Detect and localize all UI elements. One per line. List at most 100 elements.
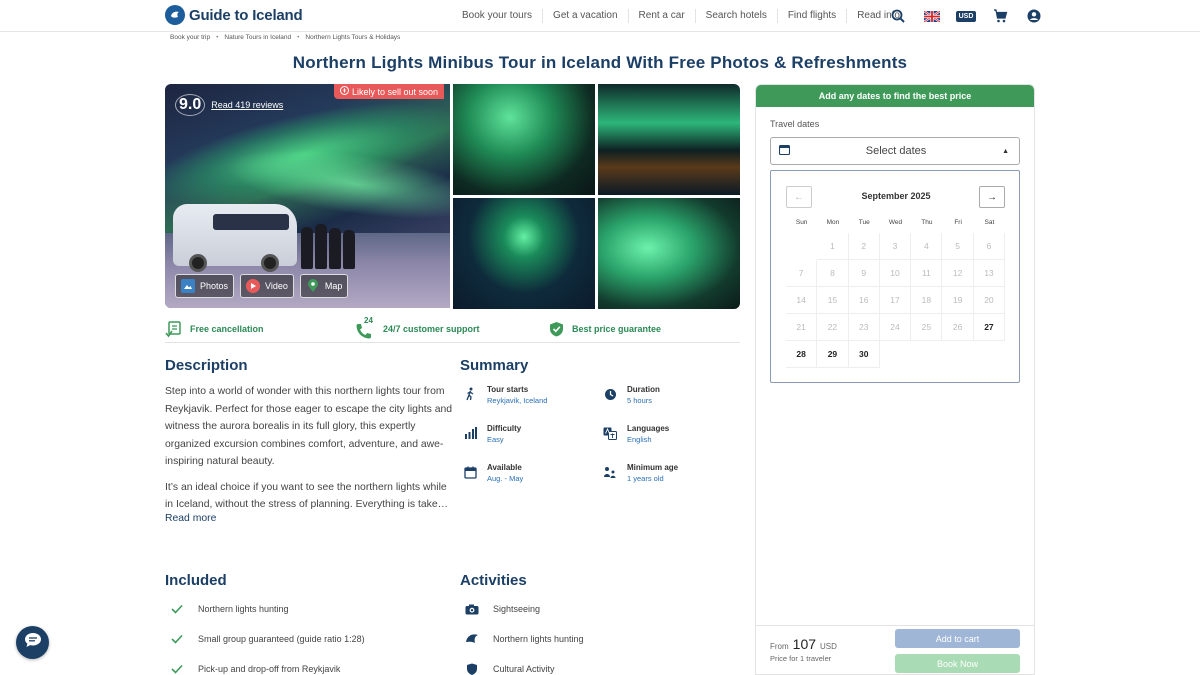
calendar-day: 10 (879, 260, 912, 287)
cancellation-icon (165, 320, 181, 337)
weekday-label: Sat (984, 219, 995, 226)
nav-book-tours[interactable]: Book your tours (452, 9, 544, 23)
arrow-right-icon: → (987, 191, 997, 203)
breadcrumb-book-trip[interactable]: Book your trip (170, 34, 210, 41)
search-icon[interactable] (888, 6, 908, 26)
calendar-day: 23 (848, 314, 880, 341)
camera-icon (465, 602, 479, 616)
person-silhouette (315, 224, 327, 269)
currency-badge: USD (955, 10, 977, 22)
currency-selector[interactable]: USD (955, 6, 977, 26)
calendar-day[interactable]: 27 (973, 314, 1006, 341)
date-select-dropdown[interactable]: Select dates ▲ (770, 137, 1020, 165)
rating-score: 9.0 (175, 94, 206, 116)
date-picker-calendar: ← September 2025 → Sun Mon Tue Wed Thu Fri Sat… (770, 170, 1020, 383)
included-label: Northern lights hunting (198, 604, 289, 614)
from-label: From (770, 642, 789, 651)
included-item: Small group guaranteed (guide ratio 1:28… (170, 632, 365, 646)
calendar-day[interactable]: 29 (817, 341, 849, 368)
summary-value: English (627, 435, 652, 444)
gallery-photo-4[interactable] (453, 198, 595, 309)
calendar-day: 7 (786, 260, 818, 287)
gallery-photo-5[interactable] (598, 198, 740, 309)
feature-label: Best price guarantee (572, 324, 662, 334)
summary-tour-starts: Tour starts Reykjavik, Iceland (463, 385, 547, 405)
nav-search-hotels[interactable]: Search hotels (696, 9, 778, 23)
calendar-day: 22 (817, 314, 849, 341)
calendar-day: 17 (879, 287, 912, 314)
description-heading: Description (165, 357, 248, 374)
summary-languages: Languages English (603, 424, 669, 444)
feature-customer-support: 24 24/7 customer support (355, 316, 549, 339)
activity-item: Sightseeing (465, 602, 540, 616)
site-logo[interactable]: Guide to Iceland (165, 5, 303, 25)
activity-item: Northern lights hunting (465, 632, 584, 646)
weekday-label: Thu (921, 219, 933, 226)
feature-label: 24/7 customer support (383, 324, 480, 334)
culture-icon (465, 662, 479, 675)
summary-value: Easy (487, 435, 504, 444)
account-icon[interactable] (1024, 6, 1044, 26)
calendar-day: 26 (942, 314, 974, 341)
included-heading: Included (165, 572, 227, 589)
activity-item: Cultural Activity (465, 662, 555, 675)
activity-label: Northern lights hunting (493, 634, 584, 644)
phone-24-icon: 24 (355, 316, 375, 339)
photos-button[interactable]: Photos (175, 274, 235, 298)
date-select-placeholder: Select dates (865, 145, 927, 157)
breadcrumb-nature-tours[interactable]: Nature Tours in Iceland (224, 34, 291, 41)
video-button[interactable]: Video (240, 274, 294, 298)
summary-value: Reykjavik, Iceland (487, 396, 548, 405)
feature-badges: Free cancellation 24 24/7 customer suppo… (165, 316, 740, 343)
weekday-label: Tue (858, 219, 870, 226)
logo-text: Guide to Iceland (189, 6, 303, 24)
feature-best-price: Best price guarantee (549, 321, 661, 337)
feature-free-cancellation: Free cancellation (165, 320, 355, 338)
breadcrumb-separator: • (297, 34, 300, 41)
map-button[interactable]: Map (299, 274, 349, 298)
price-currency: USD (820, 642, 837, 651)
feature-label: Free cancellation (190, 324, 264, 334)
main-photo[interactable]: 9.0 Read 419 reviews Likely to sell out … (165, 84, 450, 308)
summary-label: Available (487, 463, 522, 472)
uk-flag-icon[interactable] (922, 6, 942, 26)
price-per-traveler: Price for 1 traveler (770, 654, 832, 663)
walker-icon (463, 387, 477, 401)
weekday-label: Mon (826, 219, 840, 226)
chat-button[interactable] (16, 626, 49, 659)
calendar-day: 4 (911, 233, 943, 260)
play-icon (246, 279, 261, 293)
caret-up-icon: ▲ (1002, 147, 1009, 155)
nav-rent-car[interactable]: Rent a car (629, 9, 696, 23)
add-to-cart-button[interactable]: Add to cart (895, 629, 1020, 648)
calendar-day: 2 (848, 233, 880, 260)
header-actions: USD (888, 6, 1044, 26)
photos-icon (181, 279, 195, 293)
nav-find-flights[interactable]: Find flights (778, 9, 848, 23)
summary-value: Aug. - May (487, 474, 524, 483)
read-reviews-link[interactable]: Read 419 reviews (211, 100, 283, 110)
shield-check-icon (550, 322, 563, 337)
price-amount: 107 (792, 636, 817, 652)
calendar-icon (463, 465, 477, 479)
gallery-photo-3[interactable] (598, 84, 740, 195)
calendar-day[interactable]: 30 (848, 341, 880, 368)
breadcrumb-northern-lights[interactable]: Northern Lights Tours & Holidays (305, 34, 400, 41)
calendar-day: 19 (942, 287, 974, 314)
calendar-day: 20 (973, 287, 1006, 314)
minibus-illustration (173, 204, 297, 272)
next-month-button[interactable]: → (979, 186, 1005, 208)
person-silhouette (343, 230, 355, 269)
gallery-photo-2[interactable] (453, 84, 595, 195)
flame-icon (340, 86, 349, 97)
calendar-day: 21 (786, 314, 818, 341)
calendar-day: 8 (817, 260, 849, 287)
cart-icon[interactable] (990, 6, 1010, 26)
read-more-link[interactable]: Read more (165, 513, 216, 524)
book-now-button[interactable]: Book Now (895, 654, 1020, 673)
calendar-day[interactable]: 28 (786, 341, 818, 368)
summary-label: Duration (627, 385, 660, 394)
calendar-day: 24 (879, 314, 912, 341)
summary-value: 1 years old (627, 474, 664, 483)
nav-get-vacation[interactable]: Get a vacation (543, 9, 629, 23)
